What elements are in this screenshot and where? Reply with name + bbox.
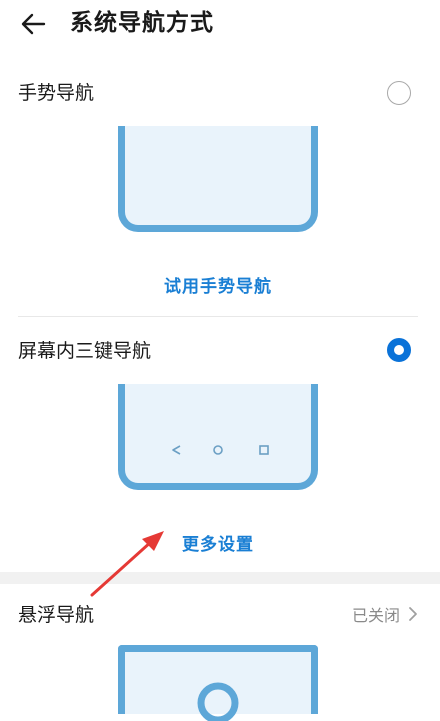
circle-home-icon xyxy=(213,445,223,455)
arrow-left-icon xyxy=(21,13,46,35)
floating-status-text: 已关闭 xyxy=(351,606,400,625)
floating-nav-row-control[interactable]: 已关闭 xyxy=(352,602,418,626)
more-settings-link[interactable]: 更多设置 xyxy=(0,530,436,555)
chevron-right-icon xyxy=(409,607,417,621)
annotation-arrow-icon xyxy=(90,531,164,597)
option-gesture-label: 手势导航 xyxy=(18,82,95,104)
section-divider xyxy=(0,572,440,584)
floating-phone-illustration xyxy=(118,645,318,721)
option-three-key-label: 屏幕内三键导航 xyxy=(18,340,152,362)
square-recent-icon xyxy=(259,445,269,455)
divider xyxy=(18,316,418,317)
gesture-phone-illustration xyxy=(118,126,318,232)
gesture-radio-button[interactable] xyxy=(387,81,411,105)
page-title: 系统导航方式 xyxy=(70,10,214,36)
three-key-phone-illustration xyxy=(118,384,318,490)
nav-bar-icons xyxy=(172,445,269,455)
floating-button-icon xyxy=(197,682,239,721)
three-key-radio-button[interactable] xyxy=(387,338,411,362)
triangle-back-icon xyxy=(172,445,181,455)
option-floating-label: 悬浮导航 xyxy=(18,604,95,626)
try-gesture-link[interactable]: 试用手势导航 xyxy=(0,272,436,297)
back-button[interactable] xyxy=(18,8,50,40)
